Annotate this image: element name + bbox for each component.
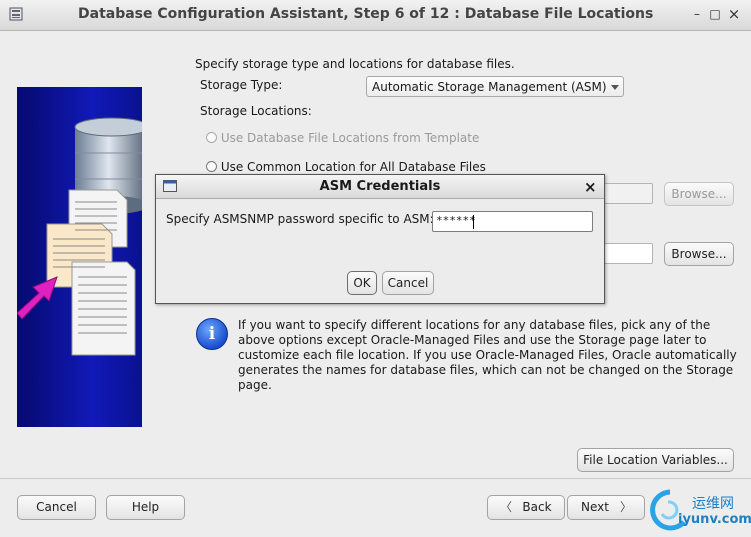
next-label: Next (581, 500, 609, 514)
database-files-art (16, 117, 150, 356)
next-button[interactable]: Next 〉 (567, 495, 645, 520)
asm-credentials-dialog: ASM Credentials × Specify ASMSNMP passwo… (155, 174, 605, 304)
storage-type-value: Automatic Storage Management (ASM) (372, 80, 607, 94)
radio-button-icon[interactable] (206, 132, 217, 143)
text-cursor (473, 215, 474, 229)
app-icon (9, 7, 23, 21)
dialog-cancel-button[interactable]: Cancel (382, 271, 434, 295)
storage-type-select[interactable]: Automatic Storage Management (ASM) (366, 76, 624, 97)
intro-text: Specify storage type and locations for d… (195, 57, 515, 71)
chevron-down-icon (611, 85, 619, 90)
info-text: If you want to specify different locatio… (238, 318, 737, 392)
browse-button-disabled[interactable]: Browse... (664, 182, 734, 206)
minimize-icon[interactable]: – (690, 7, 704, 21)
help-button[interactable]: Help (106, 495, 185, 520)
common-location-field[interactable] (600, 183, 653, 204)
ok-button[interactable]: OK (347, 271, 377, 295)
storage-type-label: Storage Type: (200, 78, 283, 92)
chevron-right-icon: 〉 (619, 500, 632, 514)
window-title-bar: Database Configuration Assistant, Step 6… (0, 0, 751, 31)
cancel-button[interactable]: Cancel (17, 495, 96, 520)
wizard-illustration (16, 87, 150, 427)
storage-locations-label: Storage Locations: (200, 104, 312, 118)
dialog-title-bar: ASM Credentials × (156, 175, 604, 199)
dialog-close-icon[interactable]: × (584, 178, 597, 196)
watermark-logo: 运维网 iyunv.com (648, 486, 751, 537)
window-title: Database Configuration Assistant, Step 6… (78, 6, 654, 22)
back-button[interactable]: 〈 Back (487, 495, 565, 520)
radio-common-label: Use Common Location for All Database Fil… (220, 160, 486, 174)
chevron-left-icon: 〈 (500, 500, 513, 514)
close-icon[interactable]: × (727, 7, 741, 22)
info-icon: i (196, 318, 228, 350)
asm-password-input[interactable]: ****** (432, 211, 593, 232)
asm-password-prompt: Specify ASMSNMP password specific to ASM… (166, 212, 434, 226)
footer-divider (0, 478, 751, 479)
swirl-logo-icon (650, 489, 686, 531)
radio-button-icon[interactable] (206, 161, 217, 172)
dialog-title: ASM Credentials (319, 179, 441, 194)
file-location-variables-button[interactable]: File Location Variables... (577, 448, 734, 472)
password-mask: ****** (436, 214, 476, 227)
radio-template-option[interactable]: Use Database File Locations from Templat… (206, 131, 479, 145)
recovery-location-field[interactable] (600, 243, 653, 264)
watermark-line2: iyunv.com (678, 512, 751, 527)
radio-template-label: Use Database File Locations from Templat… (220, 131, 480, 145)
browse-button[interactable]: Browse... (664, 242, 734, 266)
watermark-line1: 运维网 (692, 496, 734, 512)
radio-common-option[interactable]: Use Common Location for All Database Fil… (206, 160, 486, 174)
maximize-icon[interactable]: □ (708, 7, 722, 21)
back-label: Back (522, 500, 552, 514)
